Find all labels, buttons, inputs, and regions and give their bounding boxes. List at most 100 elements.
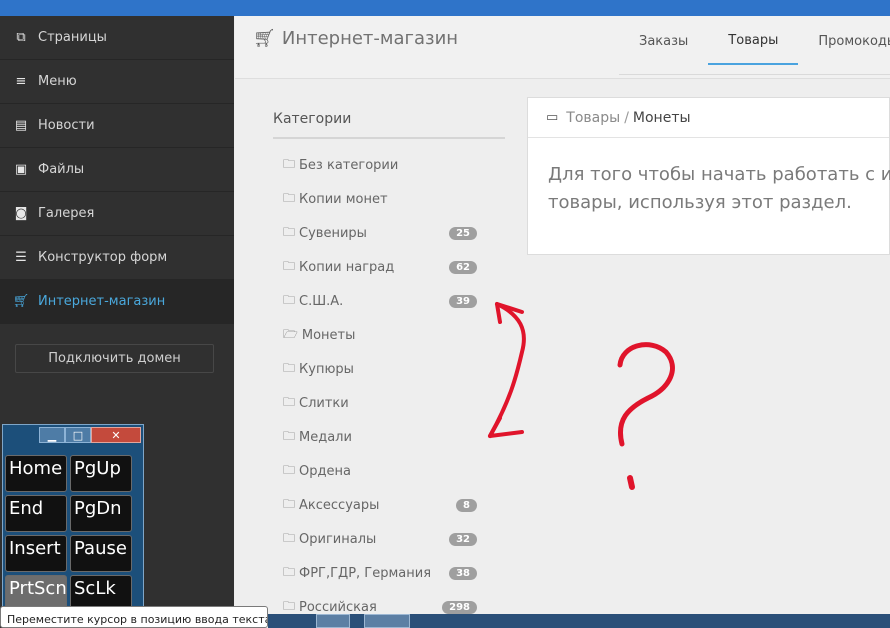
tab-orders[interactable]: Заказы — [619, 16, 708, 65]
category-item[interactable]: 🗀︎ ФРГ,ГДР, Германия 38 — [283, 556, 483, 590]
breadcrumb: ▭ Товары / Монеты — [528, 98, 889, 138]
sidebar-item-label: Новости — [38, 118, 95, 133]
panel-message: Для того чтобы начать работать с инт тов… — [548, 161, 890, 217]
sidebar-item-label: Галерея — [38, 206, 95, 221]
category-label: Сувениры — [299, 225, 367, 241]
count-badge: 8 — [456, 498, 477, 512]
category-label: Копии монет — [299, 191, 388, 207]
sidebar-item-pages[interactable]: ⧉ Страницы — [0, 16, 234, 60]
folder-icon: 🗀︎ — [283, 428, 296, 443]
folder-open-icon: 🗁︎ — [283, 326, 298, 341]
sidebar-item-form-builder[interactable]: ☰ Конструктор форм — [0, 236, 234, 280]
sidebar-item-label: Страницы — [38, 30, 107, 45]
category-item[interactable]: 🗀︎ Копии наград 62 — [283, 250, 483, 284]
sidebar-item-label: Меню — [38, 74, 77, 89]
category-list: 🗀︎ Без категории 🗀︎ Копии монет 🗀︎ Сувениры… — [283, 148, 483, 624]
sidebar-item-news[interactable]: ▤ Новости — [0, 104, 234, 148]
key-pause[interactable]: Pause — [70, 535, 132, 572]
category-item[interactable]: 🗀︎ Сувениры 25 — [283, 216, 483, 250]
taskbar-button[interactable] — [316, 614, 350, 628]
news-icon: ▤ — [14, 118, 28, 133]
category-label: Медали — [299, 429, 352, 445]
sidebar-item-files[interactable]: ▣ Файлы — [0, 148, 234, 192]
category-label: Купюры — [299, 361, 354, 377]
folder-icon: 🗀︎ — [283, 394, 296, 409]
category-item[interactable]: 🗀︎ Оригиналы 32 — [283, 522, 483, 556]
inbox-icon: ▭ — [546, 110, 559, 125]
main-content: 🛒︎ Интернет-магазин Заказы Товары Промок… — [235, 16, 890, 628]
folder-icon: 🗀︎ — [283, 292, 296, 307]
category-label: С.Ш.А. — [299, 293, 344, 309]
breadcrumb-current: Монеты — [632, 109, 691, 126]
cart-icon: 🛒︎ — [12, 294, 30, 309]
categories-title: Категории — [273, 111, 352, 127]
divider — [273, 137, 505, 139]
sidebar-item-label: Конструктор форм — [38, 250, 168, 265]
key-insert[interactable]: Insert — [5, 535, 67, 572]
sidebar-item-label: Интернет-магазин — [38, 294, 166, 309]
sidebar-item-label: Файлы — [38, 162, 85, 177]
key-pgdn[interactable]: PgDn — [70, 495, 132, 532]
osk-key-grid: Home PgUp End PgDn Insert Pause PrtScn S… — [5, 455, 132, 612]
key-pgup[interactable]: PgUp — [70, 455, 132, 492]
count-badge: 32 — [449, 532, 477, 546]
breadcrumb-link-products[interactable]: Товары — [566, 110, 620, 126]
category-item[interactable]: 🗀︎ Без категории — [283, 148, 483, 182]
folder-icon: 🗀︎ — [283, 224, 296, 239]
category-item[interactable]: 🗀︎ Слитки — [283, 386, 483, 420]
category-label: Слитки — [299, 395, 349, 411]
category-label: Российская — [299, 599, 377, 615]
cart-icon: 🛒︎ — [253, 28, 276, 49]
files-icon: ▣ — [14, 162, 28, 177]
tab-promocodes[interactable]: Промокоды — [798, 16, 890, 65]
page-header: 🛒︎ Интернет-магазин Заказы Товары Промок… — [235, 16, 890, 79]
count-badge: 38 — [449, 566, 477, 580]
category-label: Аксессуары — [299, 497, 380, 513]
count-badge: 25 — [449, 226, 477, 240]
panel-message-line: Для того чтобы начать работать с инт — [548, 164, 890, 185]
camera-icon: ◙ — [14, 206, 28, 221]
sidebar-item-gallery[interactable]: ◙ Галерея — [0, 192, 234, 236]
category-item-selected[interactable]: 🗁︎ Монеты — [283, 318, 483, 352]
close-icon[interactable]: ✕ — [91, 427, 141, 443]
category-label: ФРГ,ГДР, Германия — [299, 565, 432, 581]
category-label: Ордена — [299, 463, 351, 479]
osk-titlebar: ▁ □ ✕ — [3, 425, 143, 447]
category-label: Монеты — [301, 327, 356, 343]
page-title-text: Интернет-магазин — [281, 28, 459, 49]
category-item[interactable]: 🗀︎ Медали — [283, 420, 483, 454]
breadcrumb-separator: / — [624, 109, 629, 126]
category-item[interactable]: 🗀︎ С.Ш.А. 39 — [283, 284, 483, 318]
folder-icon: 🗀︎ — [283, 190, 296, 205]
folder-icon: 🗀︎ — [283, 530, 296, 545]
maximize-icon[interactable]: □ — [65, 427, 91, 443]
tooltip: Переместите курсор в позицию ввода текст… — [0, 606, 268, 628]
products-panel: ▭ Товары / Монеты Для того чтобы начать … — [527, 97, 890, 255]
folder-icon: 🗀︎ — [283, 156, 296, 171]
folder-icon: 🗀︎ — [283, 462, 296, 477]
panel-message-line: товары, используя этот раздел. — [548, 192, 852, 213]
tab-products[interactable]: Товары — [708, 16, 799, 65]
on-screen-keyboard: ▁ □ ✕ Home PgUp End PgDn Insert Pause Pr… — [2, 424, 144, 614]
key-end[interactable]: End — [5, 495, 67, 532]
taskbar — [268, 614, 890, 628]
connect-domain-button[interactable]: Подключить домен — [15, 344, 214, 373]
category-label: Оригиналы — [299, 531, 377, 547]
category-label: Без категории — [299, 157, 399, 173]
pages-icon: ⧉ — [16, 30, 26, 45]
tab-bar: Заказы Товары Промокоды — [619, 16, 890, 75]
category-item[interactable]: 🗀︎ Купюры — [283, 352, 483, 386]
minimize-icon[interactable]: ▁ — [39, 427, 65, 443]
key-home[interactable]: Home — [5, 455, 67, 492]
page-title: 🛒︎ Интернет-магазин — [253, 28, 458, 49]
folder-icon: 🗀︎ — [283, 360, 296, 375]
category-item[interactable]: 🗀︎ Копии монет — [283, 182, 483, 216]
top-window-strip — [0, 0, 890, 16]
count-badge: 39 — [449, 294, 477, 308]
sidebar-item-online-store[interactable]: 🛒︎ Интернет-магазин — [0, 280, 234, 324]
sidebar-item-menu[interactable]: ≡ Меню — [0, 60, 234, 104]
count-badge: 298 — [442, 600, 477, 614]
category-item[interactable]: 🗀︎ Аксессуары 8 — [283, 488, 483, 522]
taskbar-button[interactable] — [364, 614, 410, 628]
category-item[interactable]: 🗀︎ Ордена — [283, 454, 483, 488]
